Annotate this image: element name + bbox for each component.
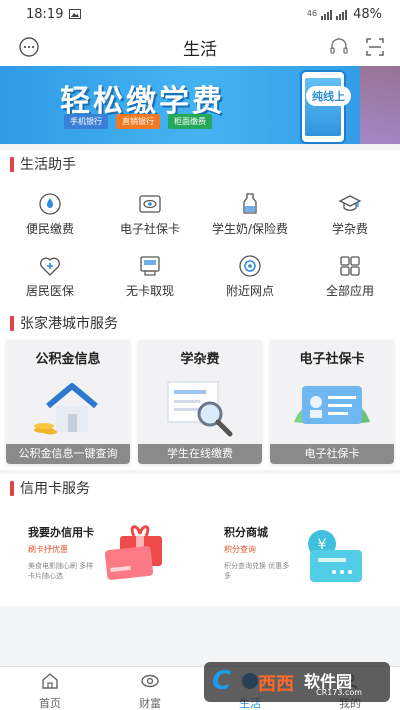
apply-credit-card[interactable]: 我要办信用卡 刷卡抒优惠 美食电影随心刷 多样卡片随心选 [4, 506, 184, 598]
service-bianmin-pay[interactable]: 便民缴费 [0, 192, 100, 246]
id-card-icon [294, 386, 370, 424]
watermark-main: 西西 [258, 674, 294, 695]
section-title: 生活助手 [20, 157, 76, 173]
service-label: 学杂费 [331, 222, 368, 236]
title-bar: 生活 [0, 28, 400, 66]
promo-banner[interactable]: 轻松缴学费 手机银行 直销银行 柜面缴费 纯线上 [0, 66, 400, 144]
service-milk-insurance[interactable]: 学生奶/保险费 [200, 192, 300, 246]
gallery-icon [69, 9, 82, 19]
city-card-tuition[interactable]: 学杂费 学生在线缴费 [138, 340, 262, 464]
service-tuition[interactable]: 学杂费 [300, 192, 400, 246]
cc-subtitle: 积分查询 [224, 545, 256, 554]
heart-plus-icon [40, 257, 60, 276]
section-accent-bar [10, 480, 14, 496]
life-helper-section: 生活助手 便民缴费 电子社保卡 学生奶/保险费 学杂费 居民医保 无卡取现 附近… [0, 150, 400, 310]
service-label: 全部应用 [325, 284, 374, 298]
scan-icon[interactable] [364, 36, 386, 58]
service-nearby-branch[interactable]: 附近网点 [200, 254, 300, 308]
headset-icon[interactable] [328, 36, 350, 58]
service-all-apps[interactable]: 全部应用 [300, 254, 400, 308]
signal-icon [321, 9, 348, 20]
service-label: 无卡取现 [125, 284, 174, 298]
milk-bottle-icon [243, 193, 257, 214]
cc-title: 积分商城 [224, 526, 268, 539]
card-title: 学杂费 [180, 352, 220, 367]
home-icon [42, 673, 58, 689]
city-card-housing-fund[interactable]: 公积金信息 公积金信息一键查询 [6, 340, 130, 464]
service-label: 便民缴费 [25, 222, 74, 236]
card-title: 公积金信息 [35, 352, 101, 367]
droplet-icon [39, 193, 61, 215]
banner-decoration [360, 66, 400, 144]
banner-tag: 直销银行 [116, 114, 160, 129]
points-mall[interactable]: 积分商城 积分查询 积分查询兑换 优惠多多 ¥ [200, 506, 380, 598]
service-resident-medical[interactable]: 居民医保 [0, 254, 100, 308]
location-pin-icon [239, 255, 261, 277]
battery-level: 48% [353, 6, 382, 22]
nav-label: 财富 [139, 697, 161, 710]
gift-card-icon [104, 525, 162, 580]
service-label: 居民医保 [25, 284, 74, 298]
banner-tags: 手机银行 直销银行 柜面缴费 [64, 114, 212, 129]
cc-desc: 美食电影随心刷 多样卡片随心选 [28, 562, 94, 580]
card-caption: 公积金信息一键查询 [6, 444, 130, 464]
cc-subtitle: 刷卡抒优惠 [28, 545, 68, 554]
status-bar: 18:19 46 48% [0, 0, 400, 28]
section-accent-bar [10, 156, 14, 172]
section-title: 张家港城市服务 [20, 316, 118, 332]
section-header: 张家港城市服务 [0, 311, 118, 335]
document-search-icon [167, 381, 233, 437]
page-title: 生活 [183, 39, 217, 60]
eye-card-icon [139, 195, 161, 213]
service-cardless-cash[interactable]: 无卡取现 [100, 254, 200, 308]
section-header: 生活助手 [0, 152, 76, 176]
eye-coin-icon [141, 674, 159, 688]
service-label: 学生奶/保险费 [211, 222, 289, 236]
cc-title: 我要办信用卡 [28, 526, 94, 539]
phone-illustration [300, 70, 346, 144]
coin-card-icon: ¥ [308, 530, 362, 582]
graduation-cap-icon [338, 195, 362, 211]
service-label: 电子社保卡 [119, 222, 180, 236]
cc-desc: 积分查询兑换 优惠多多 [224, 562, 290, 580]
section-header: 信用卡服务 [0, 476, 90, 500]
house-icon [34, 383, 98, 435]
section-accent-bar [10, 315, 14, 331]
message-icon[interactable] [18, 36, 40, 58]
banner-pill: 纯线上 [306, 86, 351, 106]
card-title: 电子社保卡 [299, 352, 365, 367]
service-e-social-card[interactable]: 电子社保卡 [100, 192, 200, 246]
status-time: 18:19 [26, 6, 64, 22]
nav-home[interactable]: 首页 [0, 671, 100, 710]
service-label: 附近网点 [225, 284, 274, 298]
life-page: 18:19 46 48% 生活 轻松缴学费 手机银行 直销银行 柜面缴费 纯线上… [0, 0, 400, 710]
banner-tag: 柜面缴费 [168, 114, 212, 129]
signal-label: 46 [306, 9, 318, 18]
nav-label: 首页 [39, 697, 61, 710]
watermark-url: CR173.com [316, 688, 363, 697]
card-caption: 电子社保卡 [270, 444, 394, 464]
section-title: 信用卡服务 [20, 481, 90, 497]
grid-apps-icon [340, 256, 360, 276]
card-caption: 学生在线缴费 [138, 444, 262, 464]
watermark-logo: C 西西 软件园 CR173.com [204, 662, 390, 702]
atm-icon [140, 256, 160, 276]
city-card-social-card[interactable]: 电子社保卡 电子社保卡 [270, 340, 394, 464]
nav-wealth[interactable]: 财富 [100, 671, 200, 710]
banner-tag: 手机银行 [64, 114, 108, 129]
watermark-glyph: C [212, 666, 232, 696]
